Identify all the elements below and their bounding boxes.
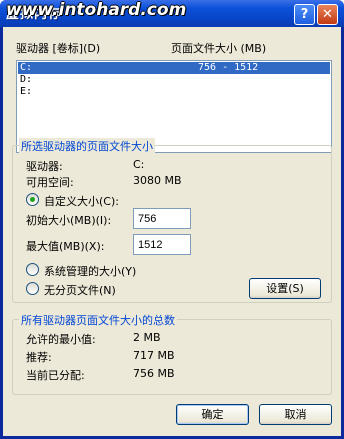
min-allowed-label: 允许的最小值: — [26, 333, 96, 346]
no-paging-file-label[interactable]: 无分页文件(N) — [44, 282, 116, 298]
page-file-size: 756 - 1512 — [198, 62, 259, 73]
virtual-memory-dialog: 虚拟内存 www.intohard.com ? ✕ 驱动器 [卷标](D) 页面… — [0, 0, 344, 439]
drive-row-d[interactable]: D: — [18, 74, 330, 86]
totals-group-title: 所有驱动器页面文件大小的总数 — [19, 312, 177, 328]
dialog-body: 驱动器 [卷标](D) 页面文件大小 (MB) C: 756 - 1512 D:… — [3, 27, 341, 436]
free-space-label: 可用空间: — [26, 176, 74, 189]
drive-value: C: — [133, 158, 145, 171]
allocated-label: 当前已分配: — [26, 369, 85, 382]
close-button[interactable]: ✕ — [317, 4, 338, 25]
system-managed-radio[interactable] — [26, 263, 39, 276]
drive-row-e[interactable]: E: — [18, 86, 330, 98]
max-size-label: 最大值(MB)(X): — [26, 240, 105, 253]
initial-size-input[interactable] — [133, 208, 191, 229]
set-button[interactable]: 设置(S) — [249, 278, 321, 299]
cancel-button[interactable]: 取消 — [259, 404, 332, 425]
initial-size-label: 初始大小(MB)(I): — [26, 214, 112, 227]
drive-column-header: 驱动器 [卷标](D) — [16, 42, 101, 55]
min-allowed-value: 2 MB — [133, 331, 161, 344]
size-column-header: 页面文件大小 (MB) — [171, 42, 267, 55]
title-bar[interactable]: 虚拟内存 www.intohard.com ? ✕ — [0, 0, 344, 27]
ok-button[interactable]: 确定 — [176, 404, 249, 425]
custom-size-label[interactable]: 自定义大小(C): — [44, 193, 119, 209]
totals-group: 所有驱动器页面文件大小的总数 允许的最小值: 2 MB 推荐: 717 MB 当… — [12, 312, 332, 395]
free-space-value: 3080 MB — [133, 174, 182, 187]
drive-letter: D: — [20, 74, 33, 85]
selected-drive-group-title: 所选驱动器的页面文件大小 — [19, 138, 155, 154]
allocated-value: 756 MB — [133, 367, 175, 380]
selected-drive-group: 所选驱动器的页面文件大小 驱动器: C: 可用空间: 3080 MB 自定义大小… — [12, 138, 332, 303]
no-paging-file-radio[interactable] — [26, 282, 39, 295]
recommended-label: 推荐: — [26, 351, 52, 364]
drive-letter: C: — [20, 62, 33, 73]
help-button[interactable]: ? — [294, 4, 315, 25]
max-size-input[interactable] — [133, 234, 191, 255]
drive-letter: E: — [20, 86, 33, 97]
drive-row-c[interactable]: C: 756 - 1512 — [18, 62, 330, 74]
watermark: www.intohard.com — [6, 0, 187, 20]
recommended-value: 717 MB — [133, 349, 175, 362]
system-managed-label[interactable]: 系统管理的大小(Y) — [44, 263, 136, 279]
custom-size-radio[interactable] — [26, 193, 39, 206]
drive-label: 驱动器: — [26, 160, 63, 173]
